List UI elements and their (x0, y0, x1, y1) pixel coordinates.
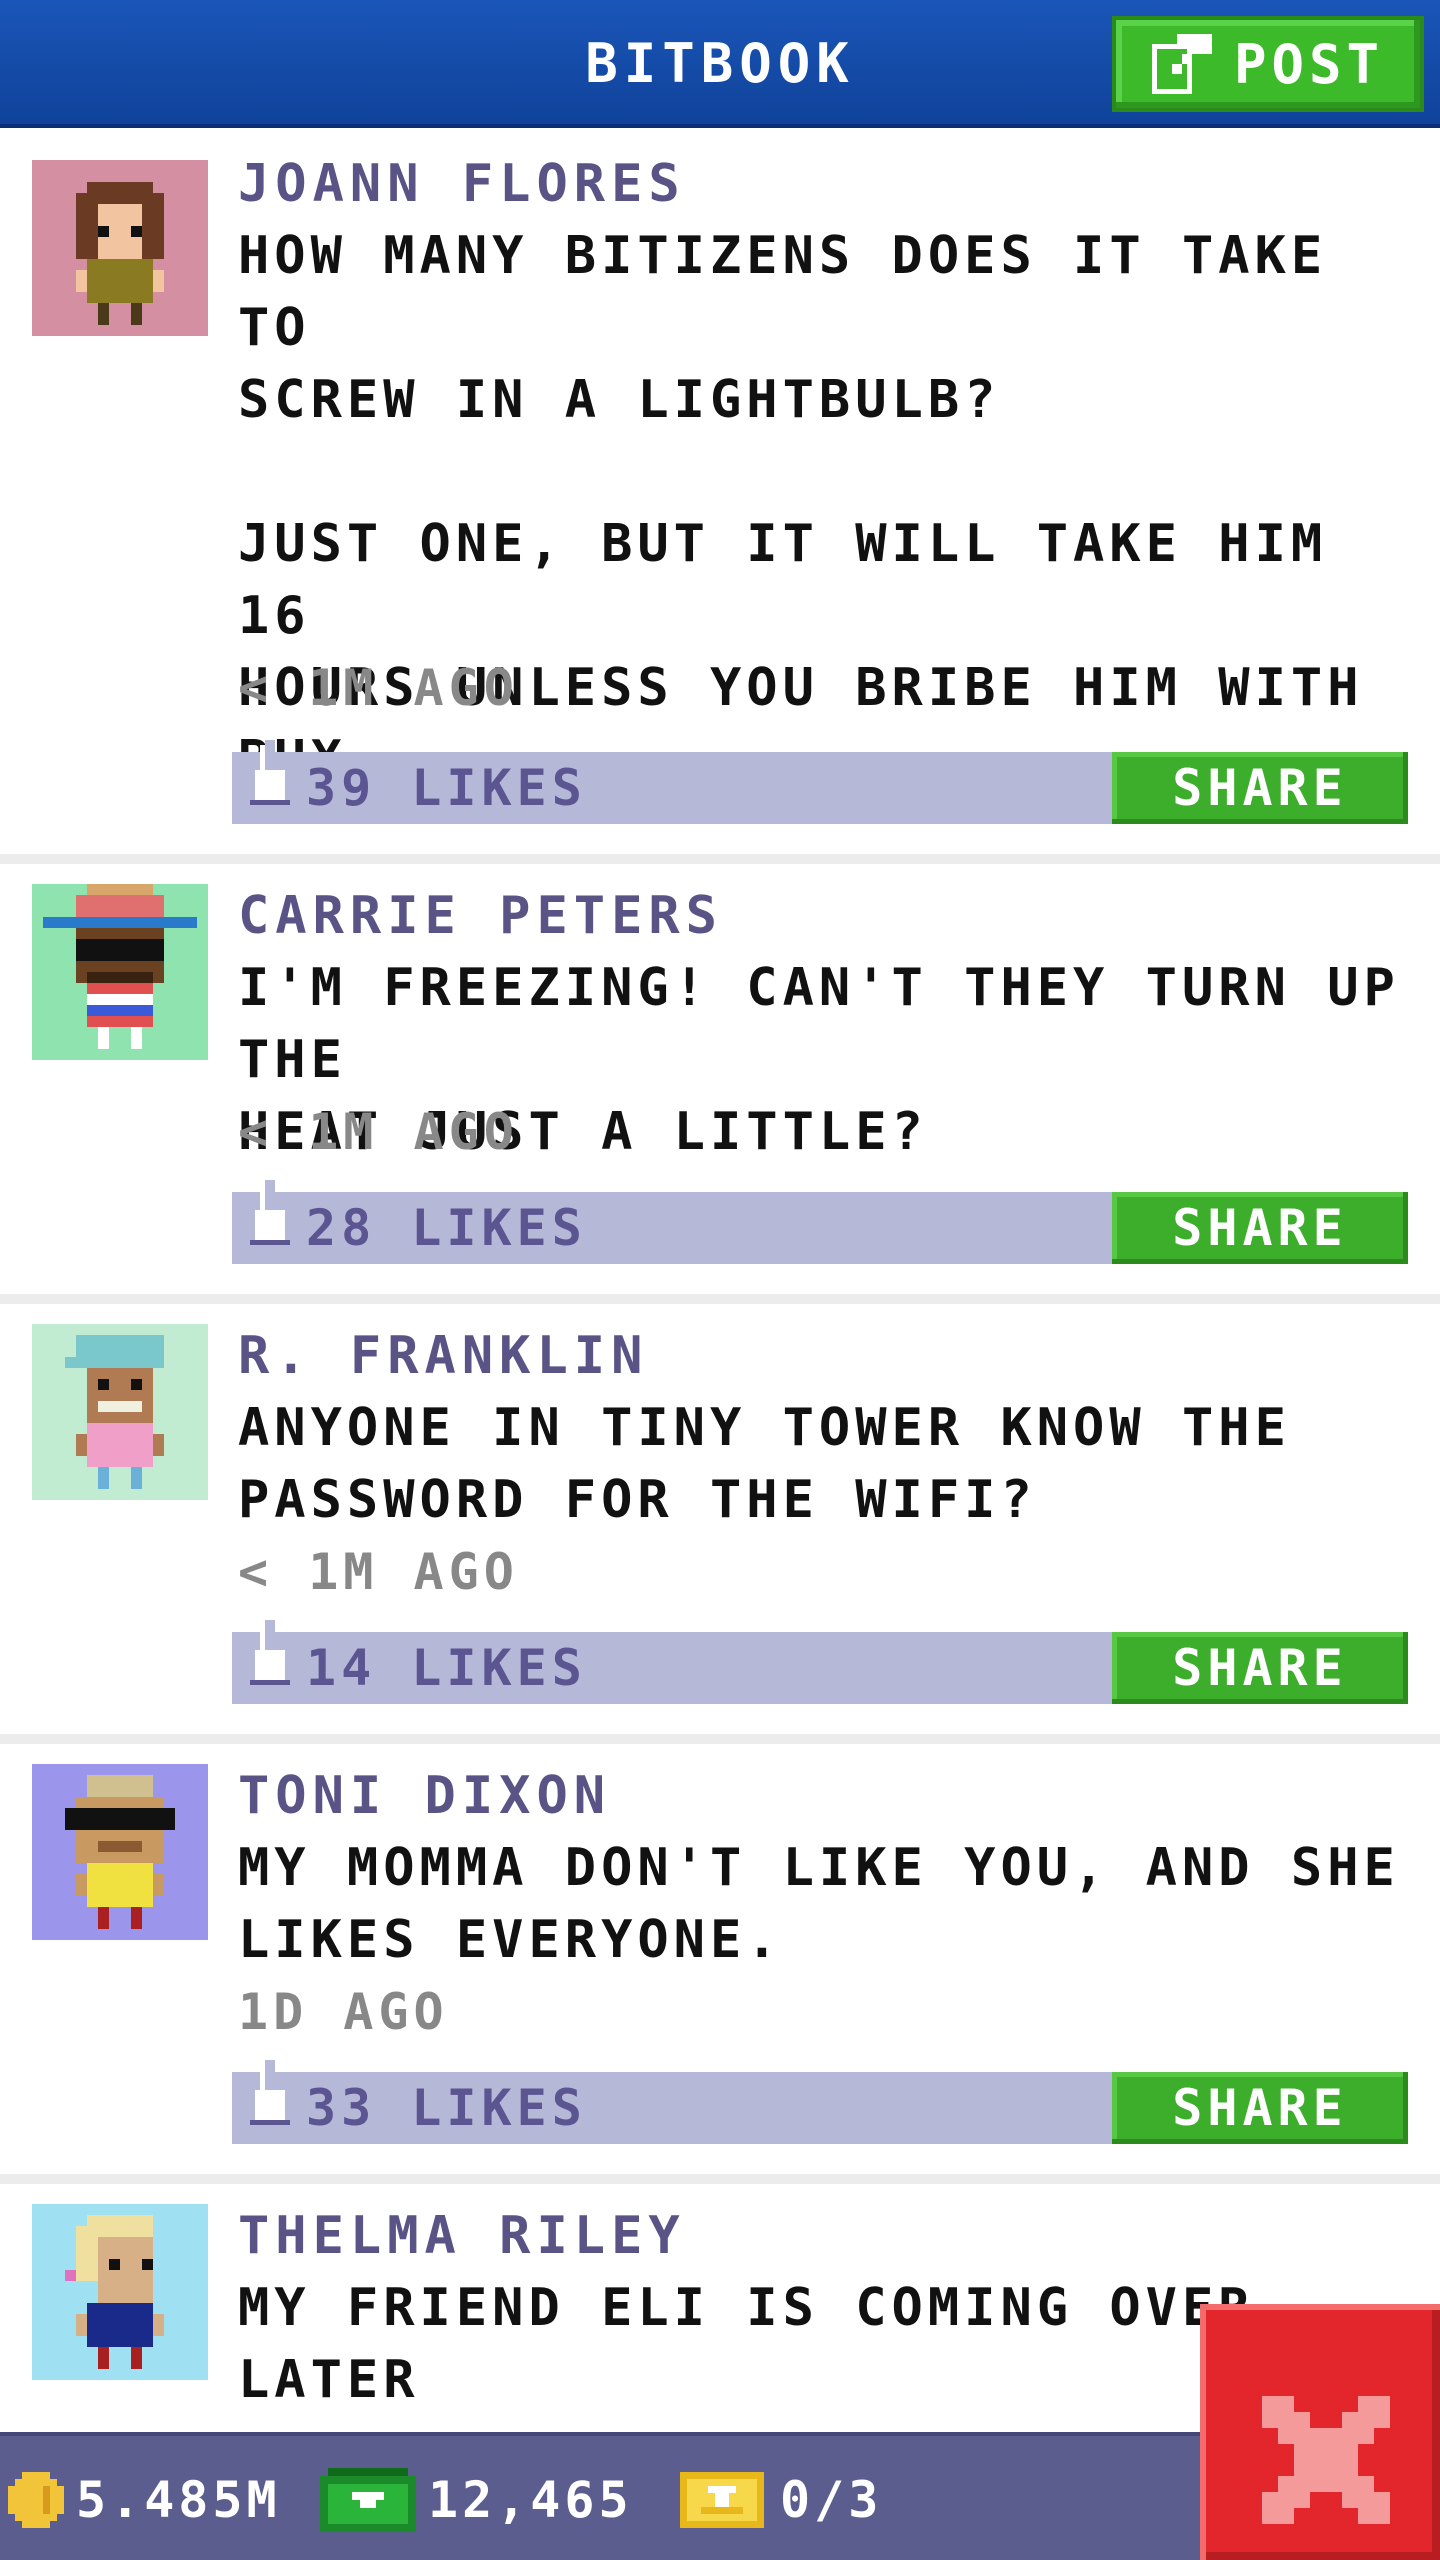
like-bar[interactable]: 39 LIKES SHARE (232, 740, 1408, 824)
feed-post: R. FRANKLIN ANYONE IN TINY TOWER KNOW TH… (0, 1304, 1440, 1744)
close-icon (1262, 2396, 1390, 2524)
coins-value: 5.485M (76, 2471, 281, 2529)
like-bar[interactable]: 33 LIKES SHARE (232, 2060, 1408, 2144)
coin-icon (8, 2472, 64, 2528)
feed-post: JOANN FLORES HOW MANY BITIZENS DOES IT T… (0, 132, 1440, 864)
post-author[interactable]: R. FRANKLIN (238, 1320, 648, 1392)
edit-icon (1151, 34, 1212, 94)
post-message: ANYONE IN TINY TOWER KNOW THE PASSWORD F… (238, 1398, 1291, 1530)
post-timestamp: 1D AGO (238, 1983, 449, 2041)
share-button[interactable]: SHARE (1112, 752, 1408, 824)
post-button-label: POST (1233, 32, 1385, 96)
post-divider (0, 2174, 1440, 2184)
bux-stat: 12,465 (320, 2436, 633, 2560)
post-author[interactable]: CARRIE PETERS (238, 880, 723, 952)
bux-icon (320, 2468, 416, 2532)
post-divider (0, 854, 1440, 864)
thumbs-up-icon (250, 1620, 290, 1685)
feed-post: TONI DIXON MY MOMMA DON'T LIKE YOU, AND … (0, 1744, 1440, 2184)
news-feed[interactable]: JOANN FLORES HOW MANY BITIZENS DOES IT T… (0, 132, 1440, 2428)
share-button[interactable]: SHARE (1112, 2072, 1408, 2144)
post-timestamp: < 1M AGO (238, 659, 519, 717)
thumbs-up-icon (250, 1180, 290, 1245)
feed-post: CARRIE PETERS I'M FREEZING! CAN'T THEY T… (0, 864, 1440, 1304)
close-button[interactable] (1200, 2304, 1440, 2560)
bux-value: 12,465 (428, 2471, 633, 2529)
thumbs-up-icon (250, 2060, 290, 2125)
thumbs-up-icon (250, 740, 290, 805)
share-button[interactable]: SHARE (1112, 1632, 1408, 1704)
post-message: MY MOMMA DON'T LIKE YOU, AND SHE LIKES E… (238, 1838, 1400, 1970)
tickets-stat: 0/3 (676, 2436, 882, 2560)
coins-stat: 5.485M (8, 2436, 281, 2560)
post-author[interactable]: JOANN FLORES (238, 148, 686, 220)
post-timestamp: < 1M AGO (238, 1103, 519, 1161)
share-button[interactable]: SHARE (1112, 1192, 1408, 1264)
post-button[interactable]: POST (1112, 16, 1424, 112)
post-author[interactable]: THELMA RILEY (238, 2200, 686, 2272)
avatar (32, 1764, 208, 1940)
like-bar[interactable]: 14 LIKES SHARE (232, 1620, 1408, 1704)
like-count: 28 LIKES (306, 1199, 587, 1257)
avatar (32, 2204, 208, 2380)
avatar (32, 884, 208, 1060)
app-header: BITBOOK POST (0, 0, 1440, 128)
like-count: 14 LIKES (306, 1639, 587, 1697)
tickets-value: 0/3 (780, 2471, 883, 2529)
post-divider (0, 1734, 1440, 1744)
post-author[interactable]: TONI DIXON (238, 1760, 611, 1832)
like-bar[interactable]: 28 LIKES SHARE (232, 1180, 1408, 1264)
ticket-icon (680, 2472, 764, 2528)
post-divider (0, 1294, 1440, 1304)
like-count: 39 LIKES (306, 759, 587, 817)
like-count: 33 LIKES (306, 2079, 587, 2137)
post-timestamp: < 1M AGO (238, 1543, 519, 1601)
avatar (32, 160, 208, 336)
avatar (32, 1324, 208, 1500)
